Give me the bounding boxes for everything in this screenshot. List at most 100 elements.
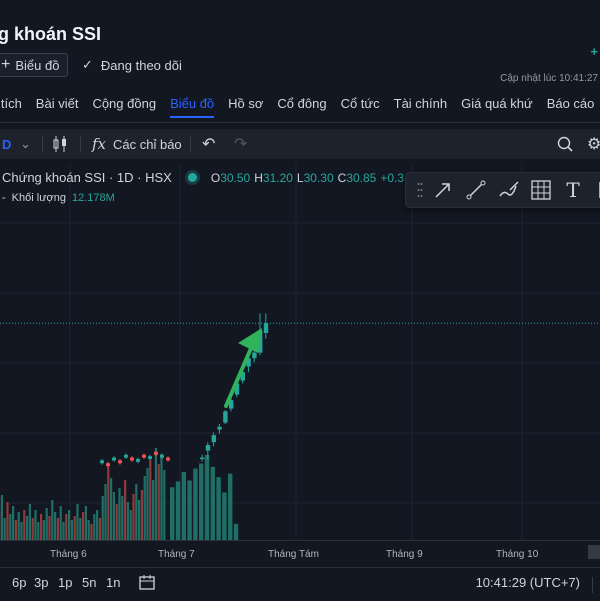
range-button[interactable]: 1n <box>106 575 120 590</box>
tab-5[interactable]: Cổ đông <box>277 96 326 118</box>
ohlc-values: O30.50H31.20L30.30C30.85+0.3 <box>211 171 404 185</box>
volume-bar <box>65 514 67 540</box>
tab-3[interactable]: Biểu đồ <box>170 96 214 118</box>
candle-body <box>136 459 140 462</box>
volume-bar <box>146 468 148 540</box>
clock: 10:41:29 (UTC+7) <box>476 575 580 590</box>
volume-bar <box>205 455 209 540</box>
candle-body <box>160 455 164 458</box>
volume-bar <box>51 500 53 540</box>
volume-bar <box>99 518 101 540</box>
undo-icon[interactable]: ↶ <box>202 129 215 159</box>
volume-bar <box>127 502 129 540</box>
volume-bar <box>144 476 146 540</box>
candle-body <box>200 458 204 460</box>
tab-8[interactable]: Giá quá khứ <box>461 96 533 118</box>
volume-bar <box>43 520 45 540</box>
volume-bar <box>6 502 8 540</box>
volume-bar <box>160 454 162 540</box>
range-button[interactable]: 5n <box>82 575 96 590</box>
calendar-icon[interactable] <box>138 573 156 594</box>
candle-body <box>223 411 227 422</box>
volume-bar <box>116 504 118 540</box>
more-tools-icon[interactable] <box>589 178 600 202</box>
tab-6[interactable]: Cổ tức <box>341 96 380 118</box>
text-tool-icon[interactable]: T <box>561 178 585 202</box>
tab-2[interactable]: Cộng đồng <box>92 96 156 118</box>
volume-bar <box>124 480 126 540</box>
volume-bar <box>222 492 226 540</box>
volume-bar <box>32 518 34 540</box>
candle-body <box>118 460 122 463</box>
volume-bar <box>199 464 203 541</box>
candlestick-icon[interactable] <box>52 129 68 159</box>
price-chart[interactable] <box>0 163 600 540</box>
tab-0[interactable]: n tích <box>0 96 22 118</box>
x-tick-label: Tháng 10 <box>496 549 538 560</box>
grid-tool-icon[interactable] <box>529 178 553 202</box>
volume-bar <box>149 460 151 540</box>
divider <box>190 136 191 152</box>
chart-grid <box>0 163 600 540</box>
brush-icon[interactable] <box>497 178 521 202</box>
candle-body <box>148 456 152 459</box>
chevron-down-icon[interactable]: ⌄ <box>20 129 31 159</box>
tab-4[interactable]: Hồ sơ <box>228 96 263 118</box>
axis-marker <box>588 545 600 559</box>
follow-button-label: Đang theo dõi <box>101 58 182 73</box>
volume-bar <box>48 516 50 540</box>
update-time: Cập nhật lúc 10:41:27 <box>500 73 598 84</box>
volume-bar <box>216 477 220 540</box>
zoom-icon[interactable] <box>556 129 574 159</box>
tab-9[interactable]: Báo cáo <box>547 96 595 118</box>
redo-icon[interactable]: ↷ <box>234 129 247 159</box>
volume-bar <box>20 522 22 540</box>
volume-bar <box>113 492 115 540</box>
candle-body <box>130 458 134 461</box>
trend-line-icon[interactable] <box>464 178 488 202</box>
volume-bar <box>93 514 95 540</box>
range-button[interactable]: 3p <box>34 575 48 590</box>
candle-body <box>212 435 216 442</box>
volume-bar <box>234 524 238 540</box>
candle-body <box>100 460 104 463</box>
volume-bar <box>132 494 134 540</box>
range-button[interactable]: 6p <box>12 575 26 590</box>
indicators-button[interactable]: Các chỉ báo <box>113 129 182 159</box>
divider <box>42 136 43 152</box>
volume-bar <box>60 506 62 540</box>
ohlc-key: O <box>211 171 220 185</box>
volume-bar <box>163 470 165 540</box>
arrow-tool-icon[interactable] <box>431 178 455 202</box>
fx-icon[interactable]: fx <box>92 129 106 159</box>
ohlc-key: C <box>338 171 347 185</box>
tab-1[interactable]: Bài viết <box>36 96 79 118</box>
gear-icon[interactable]: ⚙ <box>587 129 600 159</box>
volume-bar <box>79 518 81 540</box>
trend-arrow <box>226 328 262 406</box>
tab-7[interactable]: Tài chính <box>394 96 447 118</box>
volume-bar <box>85 506 87 540</box>
range-button[interactable]: 1p <box>58 575 72 590</box>
interval-button[interactable]: D <box>2 129 11 159</box>
volume-bar <box>57 518 59 540</box>
volume-bar <box>68 510 70 540</box>
market-status-icon <box>188 173 197 182</box>
candle-body <box>154 452 158 455</box>
volume-bar <box>90 524 92 540</box>
ohlc-value: 30.85 <box>346 171 376 185</box>
volume-bar <box>18 512 20 540</box>
volume-bar <box>187 481 191 541</box>
candle-body <box>206 445 210 451</box>
volume-bar <box>121 496 123 540</box>
volume-bar <box>37 522 39 540</box>
volume-bar <box>88 520 90 540</box>
follow-button[interactable]: ✓ Đang theo dõi <box>82 57 182 73</box>
volume-bar <box>155 448 157 540</box>
x-axis: Tháng 6Tháng 7Tháng TámTháng 9Tháng 10 <box>0 540 600 567</box>
drag-handle-icon[interactable] <box>408 178 432 202</box>
chart-button[interactable]: + Biểu đồ <box>0 53 68 77</box>
ohlc-value: 30.50 <box>220 171 250 185</box>
plus-indicator: + <box>590 44 598 59</box>
volume-bar <box>40 514 42 540</box>
